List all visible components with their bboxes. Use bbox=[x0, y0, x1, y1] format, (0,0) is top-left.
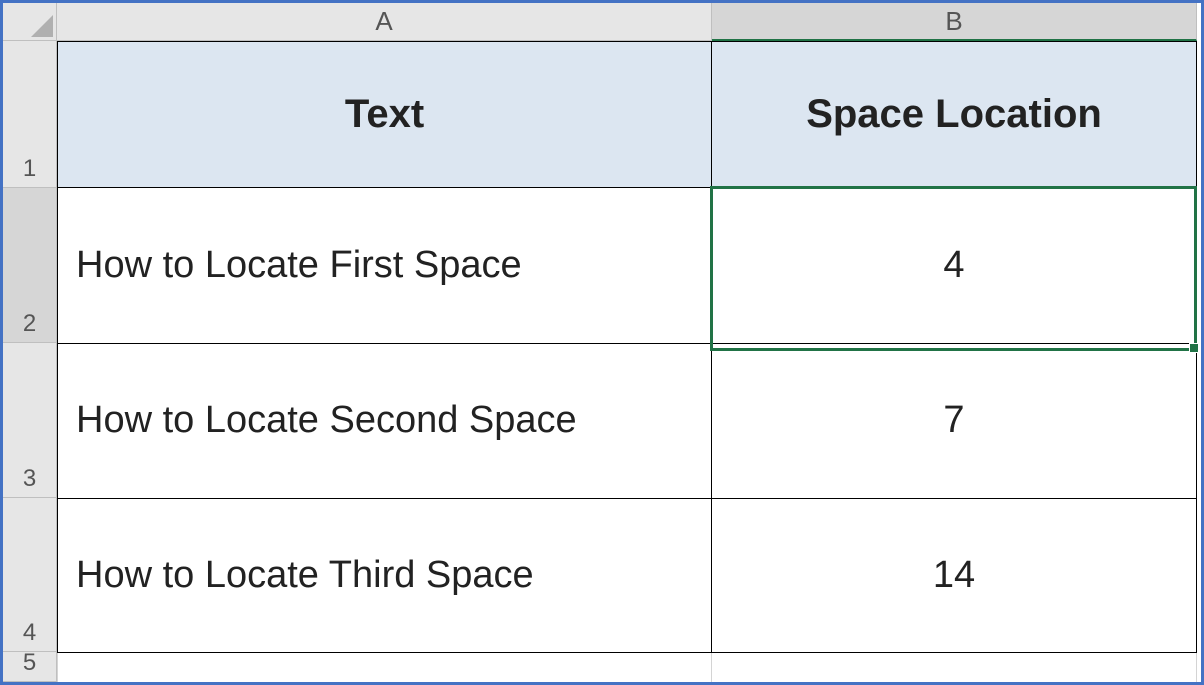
row-header-5[interactable]: 5 bbox=[3, 652, 57, 682]
cell-b5[interactable] bbox=[712, 653, 1197, 682]
row-header-1[interactable]: 1 bbox=[3, 41, 57, 188]
spreadsheet-container: 1 2 3 4 5 A B Text Space Location How to… bbox=[3, 3, 1201, 682]
column-header-b[interactable]: B bbox=[712, 3, 1197, 41]
row-header-2[interactable]: 2 bbox=[3, 188, 57, 343]
select-all-corner[interactable] bbox=[3, 3, 57, 41]
table-header-row: Text Space Location bbox=[57, 41, 1201, 188]
row-header-4[interactable]: 4 bbox=[3, 498, 57, 652]
select-all-triangle-icon bbox=[31, 15, 53, 37]
cell-a3[interactable]: How to Locate Second Space bbox=[57, 344, 712, 499]
cell-a1[interactable]: Text bbox=[57, 41, 712, 188]
cell-b2[interactable]: 4 bbox=[712, 188, 1197, 344]
cell-a2[interactable]: How to Locate First Space bbox=[57, 188, 712, 344]
cell-b1[interactable]: Space Location bbox=[712, 41, 1197, 188]
row-header-3[interactable]: 3 bbox=[3, 343, 57, 497]
cell-a5[interactable] bbox=[57, 653, 712, 682]
table-row: How to Locate Second Space 7 bbox=[57, 344, 1201, 499]
cell-a4[interactable]: How to Locate Third Space bbox=[57, 499, 712, 654]
table-row: How to Locate First Space 4 bbox=[57, 188, 1201, 344]
table-row: How to Locate Third Space 14 bbox=[57, 499, 1201, 654]
row-headers-column: 1 2 3 4 5 bbox=[3, 3, 57, 682]
cell-b3[interactable]: 7 bbox=[712, 344, 1197, 499]
column-header-a[interactable]: A bbox=[57, 3, 712, 41]
empty-row bbox=[57, 653, 1201, 682]
column-headers-row: A B bbox=[57, 3, 1201, 41]
cell-b4[interactable]: 14 bbox=[712, 499, 1197, 654]
grid-main: A B Text Space Location How to Locate Fi… bbox=[57, 3, 1201, 682]
